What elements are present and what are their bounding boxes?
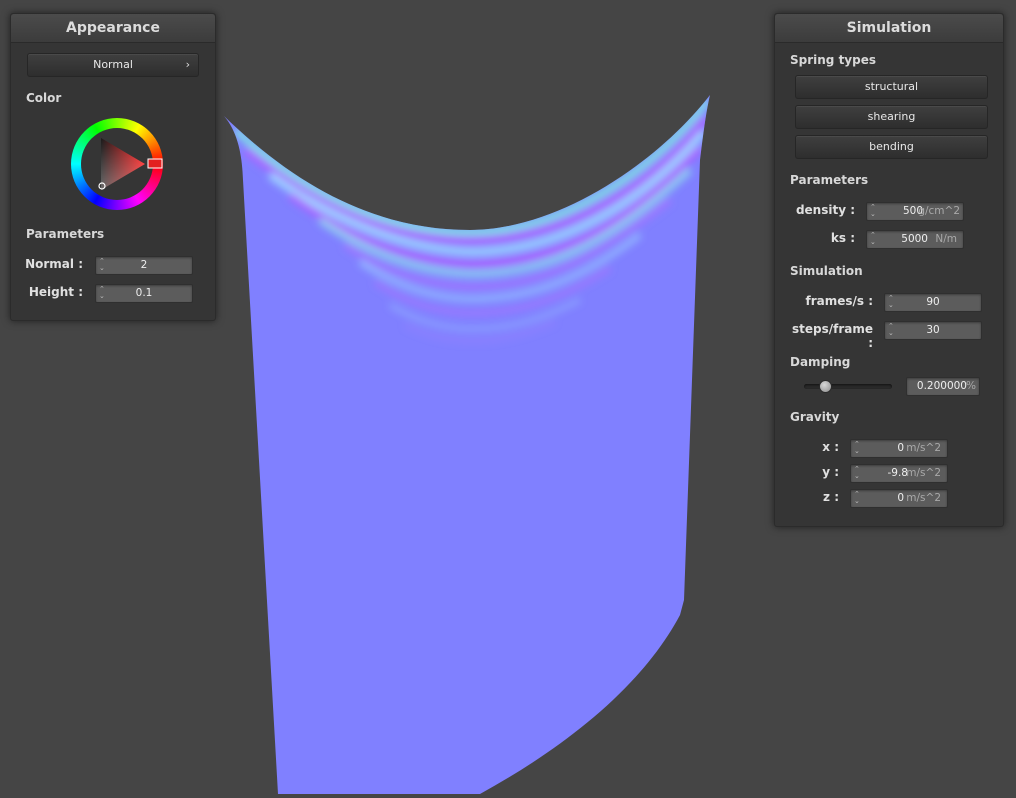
spinner-arrows-icon[interactable]: ⌃ ⌄ bbox=[99, 258, 106, 273]
simulation-panel-title[interactable]: Simulation bbox=[775, 14, 1003, 43]
gravity-y-label: y : bbox=[822, 465, 839, 479]
ks-field[interactable]: ⌃ ⌄ 5000 N/m bbox=[866, 230, 964, 249]
damping-slider[interactable] bbox=[804, 380, 892, 393]
damping-field[interactable]: 0.200000 % bbox=[906, 377, 980, 396]
color-label: Color bbox=[26, 91, 62, 105]
shader-select-label: Normal bbox=[93, 58, 133, 71]
bending-button[interactable]: bending bbox=[795, 135, 988, 159]
spinner-arrows-icon[interactable]: ⌃ ⌄ bbox=[854, 466, 861, 481]
frames-per-second-label: frames/s : bbox=[805, 294, 873, 308]
density-label: density : bbox=[795, 203, 855, 217]
spinner-arrows-icon[interactable]: ⌃ ⌄ bbox=[888, 295, 895, 310]
height-field[interactable]: ⌃ ⌄ 0.1 bbox=[95, 284, 193, 303]
color-triangle[interactable] bbox=[71, 118, 163, 210]
appearance-panel: Appearance Normal › Color Parameters Nor… bbox=[10, 13, 216, 321]
spinner-arrows-icon[interactable]: ⌃ ⌄ bbox=[870, 204, 877, 219]
normal-label: Normal : bbox=[25, 257, 83, 271]
gravity-x-field[interactable]: ⌃ ⌄ 0 m/s^2 bbox=[850, 439, 948, 458]
spinner-arrows-icon[interactable]: ⌃ ⌄ bbox=[888, 323, 895, 338]
appearance-panel-title[interactable]: Appearance bbox=[11, 14, 215, 43]
gravity-label: Gravity bbox=[790, 410, 840, 424]
hue-handle bbox=[147, 158, 163, 169]
chevron-right-icon: › bbox=[185, 58, 190, 71]
spinner-arrows-icon[interactable]: ⌃ ⌄ bbox=[870, 232, 877, 247]
shearing-button[interactable]: shearing bbox=[795, 105, 988, 129]
gravity-x-label: x : bbox=[822, 440, 839, 454]
simulation-panel: Simulation Spring types structural shear… bbox=[774, 13, 1004, 527]
ks-label: ks : bbox=[830, 231, 855, 245]
frames-per-second-field[interactable]: ⌃ ⌄ 90 bbox=[884, 293, 982, 312]
simulation-section-label: Simulation bbox=[790, 264, 863, 278]
spinner-arrows-icon[interactable]: ⌃ ⌄ bbox=[99, 286, 106, 301]
color-wheel[interactable] bbox=[71, 118, 163, 210]
gravity-z-label: z : bbox=[823, 490, 839, 504]
spinner-arrows-icon[interactable]: ⌃ ⌄ bbox=[854, 441, 861, 456]
spinner-arrows-icon[interactable]: ⌃ ⌄ bbox=[854, 491, 861, 506]
simulation-parameters-label: Parameters bbox=[790, 173, 869, 187]
height-label: Height : bbox=[28, 285, 83, 299]
gravity-z-field[interactable]: ⌃ ⌄ 0 m/s^2 bbox=[850, 489, 948, 508]
normal-field[interactable]: ⌃ ⌄ 2 bbox=[95, 256, 193, 275]
structural-button[interactable]: structural bbox=[795, 75, 988, 99]
steps-per-frame-field[interactable]: ⌃ ⌄ 30 bbox=[884, 321, 982, 340]
damping-label: Damping bbox=[790, 355, 851, 369]
damping-slider-handle[interactable] bbox=[819, 380, 833, 393]
shader-select-button[interactable]: Normal › bbox=[27, 53, 199, 77]
steps-per-frame-label: steps/frame : bbox=[791, 322, 873, 350]
gravity-y-field[interactable]: ⌃ ⌄ -9.8 m/s^2 bbox=[850, 464, 948, 483]
spring-types-label: Spring types bbox=[790, 53, 877, 67]
density-field[interactable]: ⌃ ⌄ 500 g/cm^2 bbox=[866, 202, 964, 221]
appearance-parameters-label: Parameters bbox=[26, 227, 105, 241]
